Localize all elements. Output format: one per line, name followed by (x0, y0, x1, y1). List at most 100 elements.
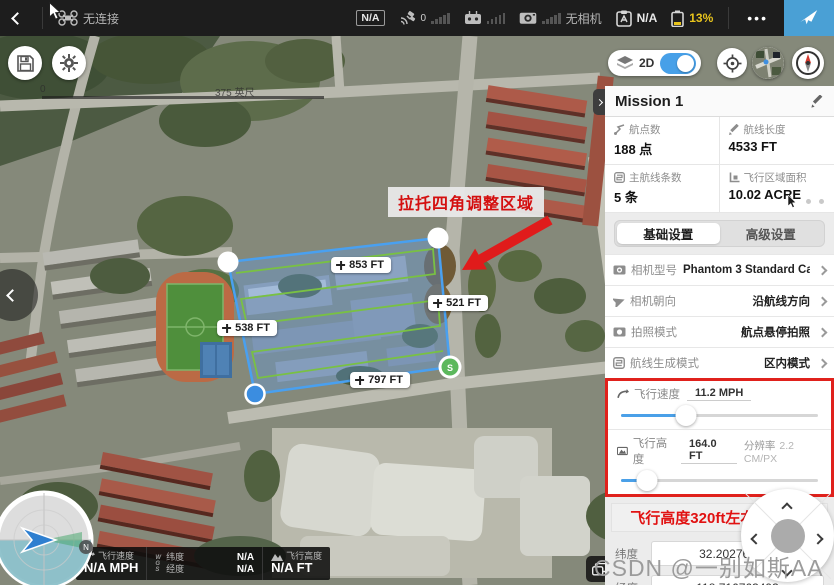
edge-label-top[interactable]: 853 FT (331, 257, 391, 273)
settings-tabs: 基础设置 高级设置 (614, 220, 825, 247)
edge-label-text: 521 FT (446, 297, 481, 309)
row-photo-mode[interactable]: 拍照模式 航点悬停拍照 (605, 316, 834, 347)
tutorial-hint-label: 拉托四角调整区域 (388, 187, 544, 217)
height-value: 164.0 FT (681, 438, 737, 464)
edit-pencil-icon[interactable] (811, 95, 824, 108)
back-button[interactable] (0, 0, 34, 36)
app-root: S 853 FT 521 FT 538 FT 797 FT 拉托四角调整区域 0… (0, 0, 834, 585)
mission-header: Mission 1 (605, 86, 834, 117)
layers-icon (617, 56, 633, 70)
heading-icon (613, 296, 625, 307)
chevron-left-icon (6, 289, 19, 302)
move-cross-icon (222, 324, 231, 333)
chevron-left-icon (11, 12, 24, 25)
speed-icon (617, 389, 629, 399)
telemetry-height-value: N/A FT (271, 561, 322, 576)
stat-main-lines: 主航线条数 5 条 (605, 165, 720, 213)
chevron-right-icon (818, 296, 828, 306)
stat-route-length: 航线长度 4533 FT (720, 117, 834, 165)
nudge-up-button[interactable] (783, 499, 791, 517)
map-mode-pill[interactable]: 2D (608, 50, 701, 76)
red-arrow (462, 216, 553, 270)
chevron-right-icon (818, 358, 828, 368)
edge-label-text: 797 FT (368, 374, 403, 386)
north-badge: N (79, 540, 93, 554)
mission-stats: 航点数 188 点 航线长度 4533 FT 主航线条数 5 条 (605, 117, 834, 213)
edge-label-bottom[interactable]: 797 FT (350, 372, 410, 388)
altitude-icon (271, 552, 283, 561)
battery-status[interactable]: 13% (671, 10, 713, 27)
chevron-right-icon (595, 98, 602, 105)
rc-signal-bars (487, 13, 506, 24)
settings-button[interactable] (52, 46, 86, 80)
gps-signal-bars (431, 13, 450, 24)
mouse-cursor-white (49, 2, 62, 20)
flight-mode-badge: N/A (356, 10, 384, 26)
watermark: CSDN @一别如斯AA (594, 549, 824, 583)
route-length-icon (729, 124, 740, 135)
map-scale-bar (42, 96, 324, 99)
camera-icon (519, 11, 537, 25)
remote-controller-icon (464, 11, 482, 25)
row-route-mode[interactable]: 航线生成模式 区内模式 (605, 347, 834, 378)
highlighted-sliders: 飞行速度 11.2 MPH 飞行高度 164.0 FT (605, 378, 834, 497)
height-slider[interactable] (621, 469, 818, 491)
compass-button[interactable] (792, 47, 824, 79)
gps-status[interactable]: 0 (399, 10, 450, 26)
drone-connection-status[interactable]: 无连接 (58, 10, 119, 27)
camera-signal-bars (542, 13, 561, 24)
speed-slider-thumb[interactable] (676, 405, 697, 426)
edge-label-text: 538 FT (235, 322, 270, 334)
row-flight-speed: 飞行速度 11.2 MPH (608, 381, 831, 429)
tab-advanced-settings[interactable]: 高级设置 (720, 223, 823, 244)
page-dots[interactable] (788, 195, 824, 208)
wgs-tag: WGS (155, 555, 161, 573)
rc-status[interactable] (464, 11, 506, 25)
compass-icon (796, 51, 820, 75)
waypoint-icon (614, 124, 625, 135)
checklist-icon (616, 10, 632, 27)
minimap-thumbnail (752, 47, 784, 79)
takeoff-button[interactable] (784, 0, 834, 36)
divider (728, 7, 729, 29)
gear-icon (60, 54, 78, 72)
nudge-right-button[interactable] (814, 530, 822, 548)
speed-value: 11.2 MPH (687, 387, 751, 401)
battery-icon (671, 10, 684, 27)
start-point-marker[interactable]: S (439, 356, 462, 379)
checklist-status[interactable]: N/A (616, 10, 658, 27)
map-mode-label: 2D (639, 56, 654, 70)
speed-slider[interactable] (621, 404, 818, 426)
more-menu-button[interactable]: ••• (747, 10, 768, 26)
nudge-left-button[interactable] (752, 530, 760, 548)
save-mission-button[interactable] (8, 46, 42, 80)
camera-icon (613, 265, 626, 275)
route-mode-icon (613, 357, 625, 369)
height-slider-thumb[interactable] (636, 470, 657, 491)
tab-basic-settings[interactable]: 基础设置 (617, 223, 720, 244)
move-cross-icon (355, 376, 364, 385)
mode-toggle[interactable] (660, 53, 696, 74)
attitude-compass-widget[interactable]: N (0, 490, 98, 585)
corner-handle-top-right[interactable] (428, 228, 449, 249)
stat-waypoints: 航点数 188 点 (605, 117, 720, 165)
row-camera-model[interactable]: 相机型号 Phantom 3 Standard Camera (605, 254, 834, 285)
photo-mode-icon (613, 327, 626, 337)
chevron-right-icon (818, 327, 828, 337)
minimap-button[interactable] (752, 47, 784, 79)
edge-label-right[interactable]: 521 FT (428, 295, 488, 311)
move-cross-icon (336, 261, 345, 270)
row-camera-heading[interactable]: 相机朝向 沿航线方向 (605, 285, 834, 316)
row-flight-height: 飞行高度 164.0 FT 分辨率2.2 CM/PX (608, 429, 831, 494)
corner-handle-top-left[interactable] (218, 252, 239, 273)
save-icon (17, 55, 34, 72)
nudge-center-button[interactable] (771, 519, 805, 553)
camera-status[interactable]: 无相机 (519, 10, 602, 27)
svg-text:N: N (83, 543, 89, 552)
corner-handle-bottom-left[interactable] (246, 385, 265, 404)
area-icon (729, 172, 740, 183)
locate-button[interactable] (717, 48, 747, 78)
telemetry-wgs: WGS 纬度N/A 经度N/A (146, 547, 262, 580)
edge-label-left[interactable]: 538 FT (217, 320, 277, 336)
panel-collapse-tab[interactable] (593, 89, 605, 115)
